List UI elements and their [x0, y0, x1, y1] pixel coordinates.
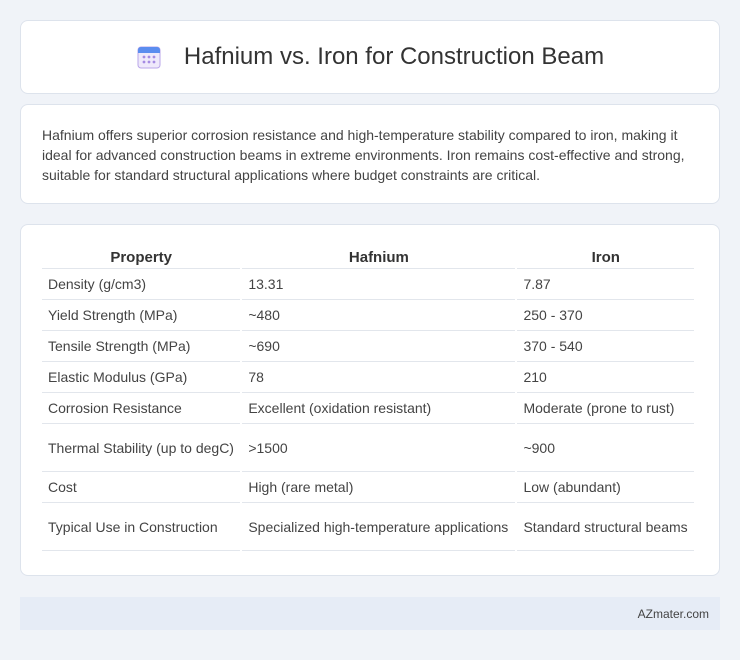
hafnium-cell: >1500 — [242, 424, 516, 472]
hafnium-cell: Specialized high-temperature application… — [242, 503, 516, 551]
iron-cell: 7.87 — [517, 269, 694, 300]
footer-source: AZmater.com — [637, 606, 709, 621]
table-row: Thermal Stability (up to degC) >1500 ~90… — [42, 424, 694, 472]
header-iron: Iron — [517, 243, 694, 269]
table-row: Density (g/cm3) 13.31 7.87 — [42, 269, 694, 300]
hafnium-cell: 78 — [242, 362, 516, 393]
footer: AZmater.com — [20, 597, 720, 630]
iron-cell: 250 - 370 — [517, 300, 694, 331]
summary-card: Hafnium offers superior corrosion resist… — [20, 104, 720, 204]
iron-cell: Standard structural beams — [517, 503, 694, 551]
title-card: Hafnium vs. Iron for Construction Beam — [20, 20, 720, 94]
property-cell: Cost — [42, 472, 241, 503]
table-row: Yield Strength (MPa) ~480 250 - 370 — [42, 300, 694, 331]
table-row: Typical Use in Construction Specialized … — [42, 503, 694, 551]
iron-cell: Moderate (prone to rust) — [517, 393, 694, 424]
comparison-table: Property Hafnium Iron Density (g/cm3) 13… — [40, 243, 696, 551]
property-cell: Typical Use in Construction — [42, 503, 241, 551]
property-cell: Corrosion Resistance — [42, 393, 241, 424]
page-title: Hafnium vs. Iron for Construction Beam — [183, 43, 605, 70]
iron-cell: 370 - 540 — [517, 331, 694, 362]
iron-cell: Low (abundant) — [517, 472, 694, 503]
property-cell: Density (g/cm3) — [42, 269, 241, 300]
property-cell: Elastic Modulus (GPa) — [42, 362, 241, 393]
property-cell: Thermal Stability (up to degC) — [42, 424, 241, 472]
iron-cell: ~900 — [517, 424, 694, 472]
hafnium-cell: Excellent (oxidation resistant) — [242, 393, 516, 424]
comparison-table-card: Property Hafnium Iron Density (g/cm3) 13… — [20, 224, 720, 576]
table-row: Corrosion Resistance Excellent (oxidatio… — [42, 393, 694, 424]
table-header-row: Property Hafnium Iron — [42, 243, 694, 269]
hafnium-cell: High (rare metal) — [242, 472, 516, 503]
summary-text: Hafnium offers superior corrosion resist… — [42, 127, 685, 183]
hafnium-cell: ~690 — [242, 331, 516, 362]
calendar-icon — [136, 44, 162, 70]
table-row: Tensile Strength (MPa) ~690 370 - 540 — [42, 331, 694, 362]
table-row: Elastic Modulus (GPa) 78 210 — [42, 362, 694, 393]
table-row: Cost High (rare metal) Low (abundant) — [42, 472, 694, 503]
header-property: Property — [42, 243, 241, 269]
property-cell: Tensile Strength (MPa) — [42, 331, 241, 362]
hafnium-cell: 13.31 — [242, 269, 516, 300]
property-cell: Yield Strength (MPa) — [42, 300, 241, 331]
header-hafnium: Hafnium — [242, 243, 516, 269]
hafnium-cell: ~480 — [242, 300, 516, 331]
iron-cell: 210 — [517, 362, 694, 393]
